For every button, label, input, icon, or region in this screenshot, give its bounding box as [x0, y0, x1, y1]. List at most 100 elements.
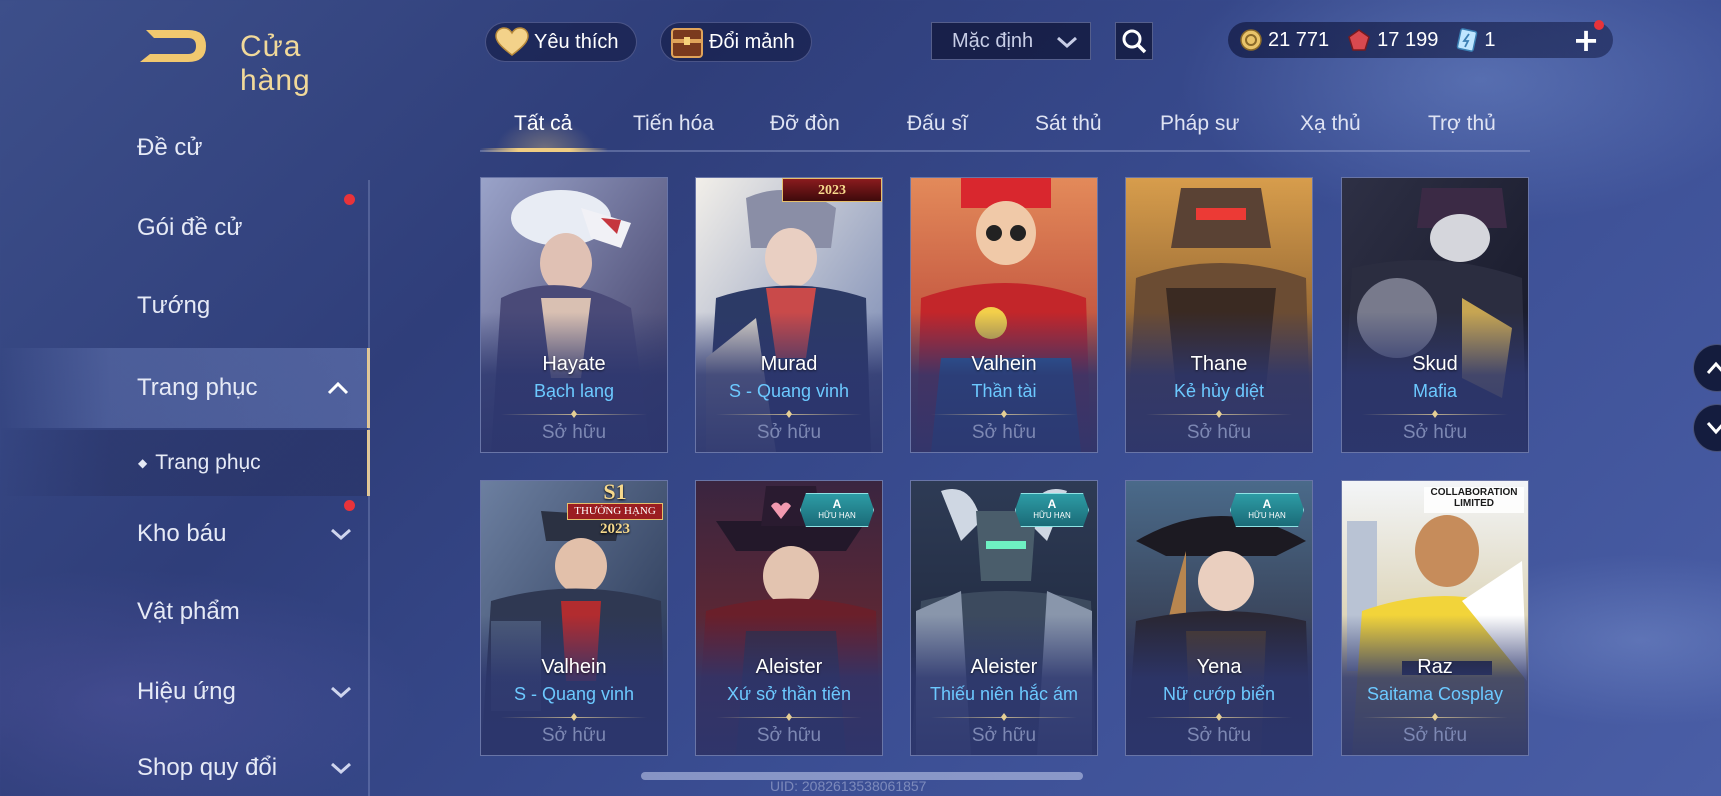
sort-dropdown[interactable]: Mặc định — [931, 22, 1091, 60]
gold-coin-icon — [1240, 29, 1262, 51]
sort-dropdown-value: Mặc định — [952, 29, 1034, 52]
exchange-label: Đổi mảnh — [709, 30, 795, 53]
hero-name: Hayate — [542, 353, 606, 375]
sidebar-item-label: Trang phục — [155, 451, 261, 474]
owned-status: Sở hữu — [971, 725, 1037, 746]
sidebar-subitem-skins[interactable]: ◆ Trang phục — [0, 430, 370, 496]
hero-name: Skud — [1412, 353, 1458, 375]
chevron-up-icon — [1706, 361, 1721, 374]
add-currency-button[interactable]: + — [1572, 20, 1604, 59]
uid-label: UID: 2082613538061857 — [770, 778, 927, 794]
chevron-down-icon — [331, 762, 351, 775]
chevron-down-icon — [331, 528, 351, 541]
sidebar-item-label: Tướng — [137, 292, 211, 319]
collaboration-badge: COLLABORATION LIMITED — [1424, 487, 1524, 513]
exchange-fragments-button[interactable]: Đổi mảnh — [660, 22, 812, 62]
tab-support[interactable]: Trợ thủ — [1428, 112, 1496, 136]
rarity-sub: HỮU HẠN — [1033, 511, 1071, 520]
treasure-chest-icon — [671, 28, 703, 58]
sidebar-divider — [368, 180, 370, 796]
sidebar-item-items[interactable]: Vật phẩm — [0, 574, 370, 650]
skin-name: Thần tài — [971, 381, 1037, 401]
chevron-down-icon — [1057, 36, 1077, 49]
sidebar-item-effects[interactable]: Hiệu ứng — [0, 654, 370, 730]
rarity-sub: HỮU HẠN — [818, 511, 856, 520]
tab-evolution[interactable]: Tiến hóa — [633, 112, 714, 136]
tab-tank[interactable]: Đỡ đòn — [770, 112, 840, 136]
hero-name: Thane — [1190, 353, 1248, 375]
sidebar-item-label: Gói đề cử — [137, 214, 243, 241]
skin-name: Nữ cướp biển — [1163, 684, 1275, 704]
skin-card[interactable]: Hayate Bạch lang Sở hữu — [480, 177, 668, 453]
skin-name: Thiếu niên hắc ám — [929, 684, 1079, 704]
rarity-badge: A HỮU HẠN — [1015, 493, 1089, 527]
owned-status: Sở hữu — [541, 422, 607, 443]
sidebar-item-label: Vật phẩm — [137, 598, 240, 625]
notification-dot — [1594, 20, 1604, 30]
coupon-currency: 1 — [1456, 28, 1495, 52]
owned-status: Sở hữu — [1186, 422, 1252, 443]
currency-bar: 21 771 17 199 1 — [1228, 22, 1613, 58]
season-badge: 2023 — [782, 178, 882, 202]
scroll-down-button[interactable] — [1693, 404, 1721, 452]
skin-card[interactable]: A HỮU HẠN Aleister Xứ sở thần tiên Sở hữ… — [695, 480, 883, 756]
skin-card[interactable]: A HỮU HẠN Aleister Thiếu niên hắc ám Sở … — [910, 480, 1098, 756]
ruby-icon — [1347, 29, 1371, 51]
season-rank-badge: S1 THƯỞNG HẠNG 2023 — [563, 481, 667, 543]
owned-status: Sở hữu — [756, 422, 822, 443]
tab-mage[interactable]: Pháp sư — [1160, 112, 1239, 136]
notification-dot — [344, 500, 355, 511]
back-button[interactable] — [136, 26, 208, 66]
chevron-down-icon — [331, 686, 351, 699]
collaboration-label: COLLABORATION LIMITED — [1430, 487, 1518, 509]
sidebar-item-label: Trang phục — [137, 374, 258, 401]
favorite-label: Yêu thích — [534, 30, 619, 53]
hero-name: Raz — [1417, 656, 1453, 678]
tab-marksman[interactable]: Xạ thủ — [1300, 112, 1361, 136]
scroll-up-button[interactable] — [1693, 344, 1721, 392]
skin-card[interactable]: Valhein Thần tài Sở hữu — [910, 177, 1098, 453]
coupon-amount: 1 — [1484, 28, 1496, 51]
skin-card[interactable]: COLLABORATION LIMITED Raz Saitama Cospla… — [1341, 480, 1529, 756]
gold-currency: 21 771 — [1240, 29, 1329, 52]
owned-status: Sở hữu — [971, 422, 1037, 443]
chevron-up-icon — [327, 381, 349, 395]
skin-name: Saitama Cosplay — [1366, 684, 1504, 704]
search-icon — [1122, 29, 1147, 54]
ruby-amount: 17 199 — [1377, 28, 1439, 51]
page-title: Cửa hàng — [240, 30, 311, 97]
sidebar-item-recommended-packs[interactable]: Gói đề cử — [0, 190, 370, 266]
sidebar-item-heroes[interactable]: Tướng — [0, 268, 370, 344]
skin-name: Xứ sở thần tiên — [727, 684, 851, 704]
notification-dot — [344, 194, 355, 205]
back-logo-icon — [136, 26, 208, 66]
hero-name: Aleister — [755, 656, 823, 678]
skin-card[interactable]: Thane Kẻ hủy diệt Sở hữu — [1125, 177, 1313, 453]
sidebar-item-label: Kho báu — [137, 520, 227, 547]
owned-status: Sở hữu — [1186, 725, 1252, 746]
favorite-button[interactable]: Yêu thích — [485, 22, 637, 62]
skin-card[interactable]: A HỮU HẠN Yena Nữ cướp biển Sở hữu — [1125, 480, 1313, 756]
skin-card[interactable]: 2023 Murad S - Quang vinh Sở hữu — [695, 177, 883, 453]
tab-assassin[interactable]: Sát thủ — [1035, 112, 1102, 136]
sidebar-item-label: Đề cử — [137, 134, 203, 161]
sidebar-item-treasure[interactable]: Kho báu — [0, 496, 370, 572]
owned-status: Sở hữu — [756, 725, 822, 746]
skin-card[interactable]: Skud Mafia Sở hữu — [1341, 177, 1529, 453]
sidebar-item-recommended[interactable]: Đề cử — [0, 110, 370, 186]
hero-name: Valhein — [541, 656, 607, 678]
skin-name: Mafia — [1412, 381, 1457, 401]
tab-fighter[interactable]: Đấu sĩ — [907, 112, 968, 136]
hero-name: Valhein — [971, 353, 1037, 375]
skin-card[interactable]: S1 THƯỞNG HẠNG 2023 Valhein S - Quang vi… — [480, 480, 668, 756]
diamond-bullet-icon: ◆ — [138, 456, 148, 470]
sidebar-item-skins[interactable]: Trang phục — [0, 348, 370, 428]
sidebar-item-exchange-shop[interactable]: Shop quy đổi — [0, 730, 370, 796]
coupon-icon — [1456, 28, 1478, 52]
rarity-badge: A HỮU HẠN — [800, 493, 874, 527]
owned-status: Sở hữu — [541, 725, 607, 746]
search-button[interactable] — [1115, 22, 1153, 60]
tab-all[interactable]: Tất cả — [514, 112, 572, 136]
gold-amount: 21 771 — [1268, 28, 1330, 51]
category-tabs: Tất cả Tiến hóa Đỡ đòn Đấu sĩ Sát thủ Ph… — [480, 100, 1530, 152]
